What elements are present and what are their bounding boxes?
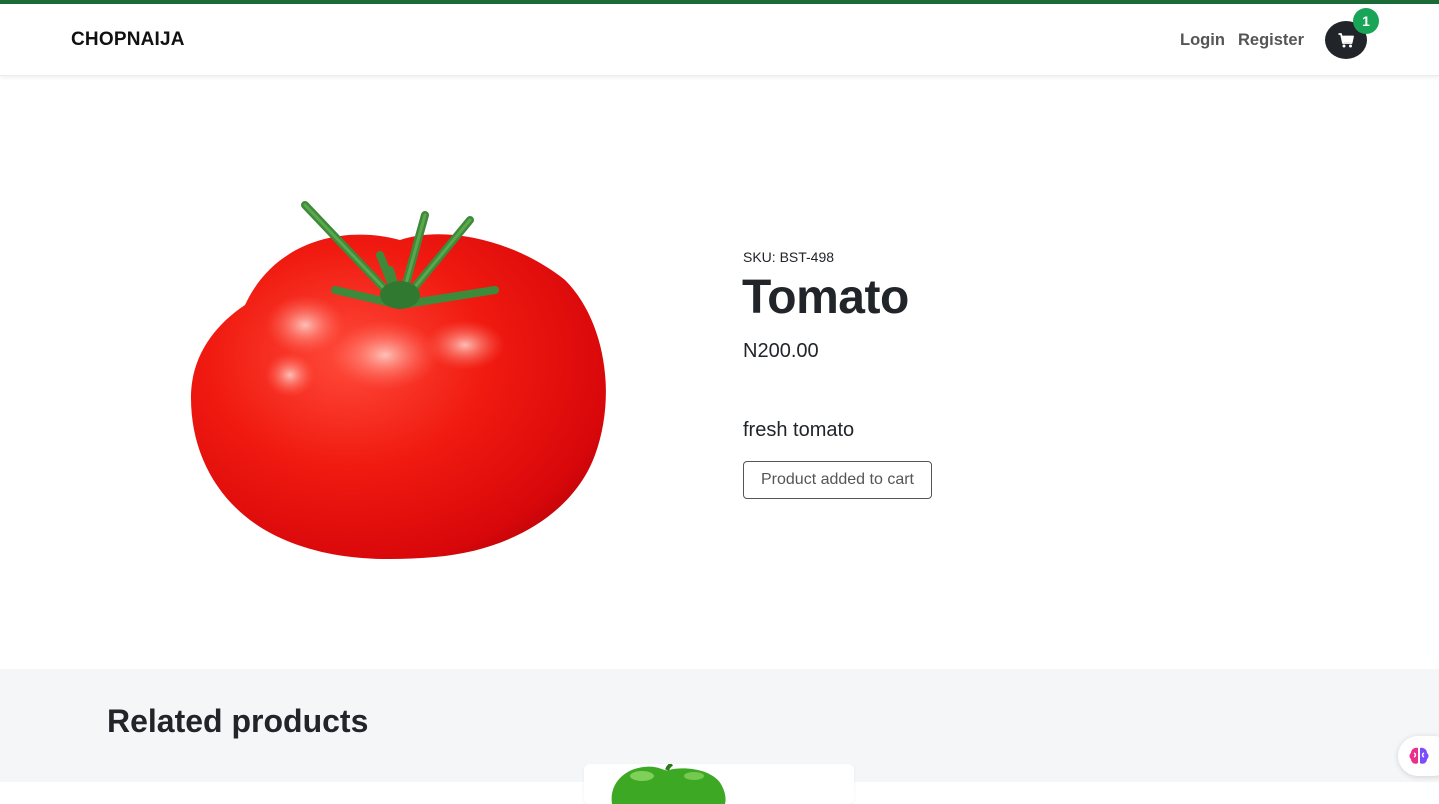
related-products-section: Related products [0, 669, 1439, 804]
cart-icon [1338, 32, 1354, 47]
product-sku: SKU: BST-498 [743, 249, 835, 265]
product-title: Tomato [742, 271, 909, 324]
related-products-title: Related products [107, 703, 369, 739]
floating-assistant-widget[interactable] [1398, 736, 1439, 776]
product-description: fresh tomato [743, 419, 855, 441]
register-link[interactable]: Register [1238, 31, 1304, 50]
brain-icon [1409, 747, 1429, 764]
add-to-cart-button[interactable]: Product added to cart [743, 461, 932, 499]
brand-logo[interactable]: CHOPNAIJA [71, 29, 185, 51]
green-pepper-image [611, 764, 726, 804]
product-image [185, 195, 617, 567]
navbar: CHOPNAIJA Login Register 1 [0, 4, 1439, 76]
tomato-image [190, 201, 606, 560]
cart-count-badge: 1 [1353, 8, 1379, 34]
product-price: N200.00 [743, 340, 819, 362]
login-link[interactable]: Login [1180, 31, 1225, 50]
related-product-card[interactable] [584, 764, 854, 804]
